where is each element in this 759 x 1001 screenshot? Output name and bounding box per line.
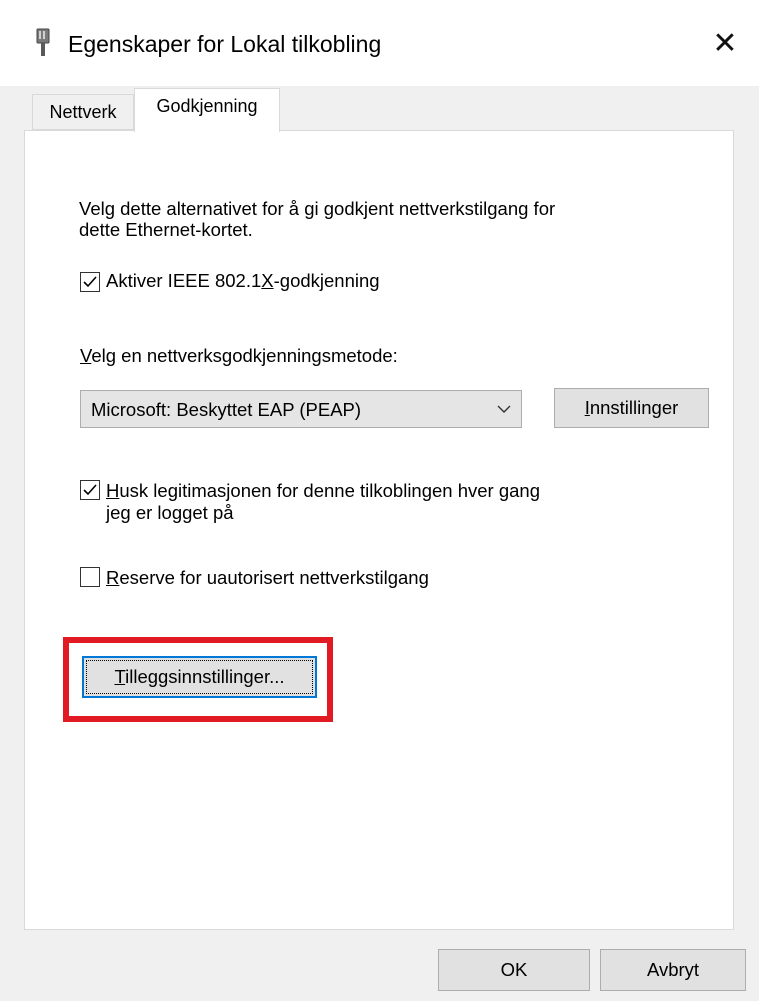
method-label-accel: V <box>80 345 92 366</box>
auth-method-select[interactable]: Microsoft: Beskyttet EAP (PEAP) <box>80 390 522 428</box>
tab-nettverk[interactable]: Nettverk <box>32 94 134 130</box>
chevron-down-icon <box>497 405 511 413</box>
additional-settings-button[interactable]: Tilleggsinnstillinger... <box>82 656 317 698</box>
title-bar: Egenskaper for Lokal tilkobling ✕ <box>0 0 759 86</box>
enable-8021x-label-pre: Aktiver IEEE 802.1 <box>106 270 262 291</box>
left-edge <box>0 86 10 1001</box>
window-title: Egenskaper for Lokal tilkobling <box>68 31 382 57</box>
description-line-2: dette Ethernet-kortet. <box>79 219 253 240</box>
remember-line-1: usk legitimasjonen for denne tilkoblinge… <box>119 480 541 501</box>
properties-dialog: Egenskaper for Lokal tilkobling ✕ Nettve… <box>0 0 759 1001</box>
fallback-rest: eserve for uautorisert nettverkstilgang <box>119 567 429 588</box>
fallback-accel: R <box>106 567 120 588</box>
remember-credentials-label[interactable]: Husk legitimasjonen for denne tilkobling… <box>106 480 540 524</box>
settings-button[interactable]: Innstillinger <box>554 388 709 428</box>
fallback-checkbox[interactable] <box>80 567 100 587</box>
tab-godkjenning[interactable]: Godkjenning <box>134 88 280 132</box>
tab-panel <box>24 130 734 930</box>
method-label: Velg en nettverksgodkjenningsmetode: <box>80 345 398 367</box>
close-icon[interactable]: ✕ <box>705 26 745 62</box>
enable-8021x-label[interactable]: Aktiver IEEE 802.1X-godkjenning <box>106 270 380 292</box>
ok-button[interactable]: OK <box>438 949 590 991</box>
remember-line-2: jeg er logget på <box>106 502 234 523</box>
description-line-1: Velg dette alternativet for å gi godkjen… <box>79 198 556 219</box>
enable-8021x-checkbox[interactable] <box>80 272 100 292</box>
fallback-label[interactable]: Reserve for uautorisert nettverkstilgang <box>106 567 429 589</box>
checkmark-icon <box>83 484 97 496</box>
network-adapter-icon <box>36 28 50 56</box>
remember-credentials-checkbox[interactable] <box>80 480 100 500</box>
focus-rectangle <box>86 660 313 694</box>
checkmark-icon <box>83 276 97 288</box>
method-label-rest: elg en nettverksgodkjenningsmetode: <box>91 345 398 366</box>
enable-8021x-label-accel: X <box>261 270 274 291</box>
auth-method-value: Microsoft: Beskyttet EAP (PEAP) <box>91 399 362 420</box>
cancel-button[interactable]: Avbryt <box>600 949 746 991</box>
enable-8021x-label-post: -godkjenning <box>273 270 380 291</box>
remember-accel: H <box>106 480 120 501</box>
settings-button-rest: nnstillinger <box>589 397 679 418</box>
